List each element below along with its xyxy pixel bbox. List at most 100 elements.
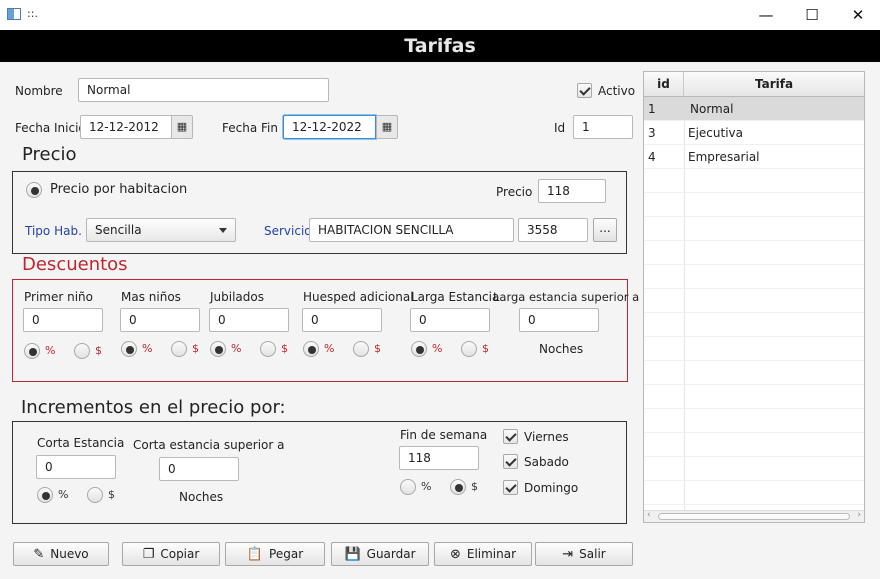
domingo-label: Domingo (524, 481, 579, 495)
table-row-empty (644, 457, 864, 481)
corta-estancia-superior-input[interactable]: 0 (159, 457, 239, 481)
table-row-empty (644, 217, 864, 241)
save-icon: 💾 (344, 546, 361, 562)
incrementos-section-title: Incrementos en el precio por: (21, 397, 286, 418)
scroll-right-icon[interactable]: › (857, 510, 861, 520)
table-row[interactable]: 4 Empresarial (644, 145, 864, 169)
viernes-label: Viernes (524, 430, 569, 444)
id-input[interactable]: 1 (573, 115, 633, 139)
precio-por-habitacion-label: Precio por habitacion (50, 182, 188, 197)
precio-por-habitacion-radio[interactable] (26, 182, 42, 198)
servicio-input[interactable]: HABITACION SENCILLA (309, 218, 514, 242)
copiar-button[interactable]: ❐ Copiar (122, 542, 220, 566)
nombre-input[interactable]: Normal (78, 78, 329, 102)
minimize-button[interactable]: — (743, 0, 789, 30)
fecha-inicio-input[interactable]: 12-12-2012 (80, 115, 172, 139)
scrollbar-thumb[interactable] (658, 513, 850, 520)
table-horizontal-scrollbar[interactable]: ‹ › (644, 510, 864, 522)
corta-estancia-percent-label: % (58, 488, 69, 501)
table-row-empty (644, 313, 864, 337)
guardar-button[interactable]: 💾 Guardar (331, 542, 429, 566)
fin-de-semana-dollar-radio[interactable] (450, 479, 466, 495)
domingo-checkbox[interactable] (503, 480, 518, 495)
primer-nino-percent-radio[interactable] (24, 343, 40, 359)
jubilados-percent-radio[interactable] (210, 341, 226, 357)
table-cell-tarifa: Normal (690, 102, 734, 116)
table-row-empty (644, 193, 864, 217)
fecha-inicio-label: Fecha Inicio (15, 121, 86, 135)
nombre-label: Nombre (15, 84, 63, 98)
mas-ninos-dollar-label: $ (192, 342, 199, 355)
larga-estancia-percent-radio[interactable] (411, 341, 427, 357)
table-cell-tarifa: Ejecutiva (688, 126, 743, 140)
jubilados-percent-label: % (231, 342, 242, 355)
column-header-tarifa[interactable]: Tarifa (684, 72, 864, 97)
mas-ninos-percent-radio[interactable] (121, 341, 137, 357)
corta-estancia-input[interactable]: 0 (36, 455, 116, 479)
mas-ninos-percent-label: % (142, 342, 153, 355)
jubilados-dollar-radio[interactable] (260, 341, 276, 357)
mas-ninos-label: Mas niños (121, 290, 181, 304)
larga-estancia-input[interactable]: 0 (410, 308, 490, 332)
table-cell-id: 1 (648, 102, 656, 116)
mas-ninos-input[interactable]: 0 (120, 308, 200, 332)
scroll-left-icon[interactable]: ‹ (647, 510, 651, 520)
huesped-adicional-dollar-radio[interactable] (353, 341, 369, 357)
fecha-fin-label: Fecha Fin (222, 121, 278, 135)
primer-nino-dollar-radio[interactable] (74, 343, 90, 359)
primer-nino-label: Primer niño (24, 290, 93, 304)
larga-estancia-dollar-label: $ (482, 342, 489, 355)
larga-estancia-superior-input[interactable]: 0 (519, 308, 599, 332)
servicio-label: Servicio (264, 224, 312, 238)
primer-nino-percent-label: % (45, 344, 56, 357)
edit-icon: ✎ (33, 546, 45, 562)
chevron-down-icon (219, 228, 227, 233)
activo-checkbox[interactable] (577, 83, 592, 98)
viernes-checkbox[interactable] (503, 429, 518, 444)
close-button[interactable]: ✕ (835, 0, 880, 30)
servicio-browse-button[interactable]: ... (593, 218, 617, 242)
mas-ninos-dollar-radio[interactable] (171, 341, 187, 357)
descuentos-section-title: Descuentos (22, 254, 128, 275)
table-row-empty (644, 361, 864, 385)
column-header-id[interactable]: id (644, 72, 684, 97)
table-row[interactable]: 1 Normal (644, 97, 864, 121)
larga-estancia-percent-label: % (432, 342, 443, 355)
table-row-empty (644, 409, 864, 433)
fecha-inicio-calendar-icon[interactable]: ▦ (171, 115, 193, 139)
maximize-button[interactable]: ☐ (789, 0, 835, 30)
corta-estancia-superior-label: Corta estancia superior a (133, 438, 285, 452)
jubilados-input[interactable]: 0 (209, 308, 289, 332)
servicio-code-input[interactable]: 3558 (518, 218, 588, 242)
table-row-empty (644, 169, 864, 193)
tipo-hab-value: Sencilla (95, 223, 142, 237)
fin-de-semana-percent-label: % (421, 480, 432, 493)
larga-estancia-dollar-radio[interactable] (461, 341, 477, 357)
activo-label: Activo (598, 84, 636, 98)
jubilados-label: Jubilados (210, 290, 264, 304)
huesped-adicional-input[interactable]: 0 (302, 308, 382, 332)
fin-de-semana-dollar-label: $ (471, 480, 478, 493)
fin-de-semana-percent-radio[interactable] (400, 479, 416, 495)
table-row-empty (644, 265, 864, 289)
pegar-button[interactable]: 📋 Pegar (225, 542, 325, 566)
larga-estancia-superior-label: Larga estancia superior a (493, 290, 640, 304)
tipo-hab-select[interactable]: Sencilla (86, 218, 236, 242)
eliminar-button[interactable]: ⊗ Eliminar (434, 542, 532, 566)
tarifas-table[interactable]: id Tarifa 1 Normal 3 Ejecutiva 4 Empresa… (643, 71, 865, 523)
fin-de-semana-input[interactable]: 118 (399, 446, 479, 470)
fecha-fin-calendar-icon[interactable]: ▦ (376, 115, 398, 139)
huesped-adicional-percent-radio[interactable] (303, 341, 319, 357)
sabado-checkbox[interactable] (503, 454, 518, 469)
precio-input[interactable]: 118 (538, 179, 606, 203)
primer-nino-input[interactable]: 0 (23, 308, 103, 332)
corta-estancia-percent-radio[interactable] (37, 487, 53, 503)
descuentos-noches-label: Noches (539, 342, 584, 356)
fecha-fin-input[interactable]: 12-12-2022 (283, 115, 376, 139)
corta-estancia-dollar-radio[interactable] (87, 487, 103, 503)
table-row-empty (644, 337, 864, 361)
nuevo-button[interactable]: ✎ Nuevo (13, 542, 109, 566)
incrementos-noches-label: Noches (179, 490, 224, 504)
table-row[interactable]: 3 Ejecutiva (644, 121, 864, 145)
salir-button[interactable]: ⇥ Salir (535, 542, 633, 566)
